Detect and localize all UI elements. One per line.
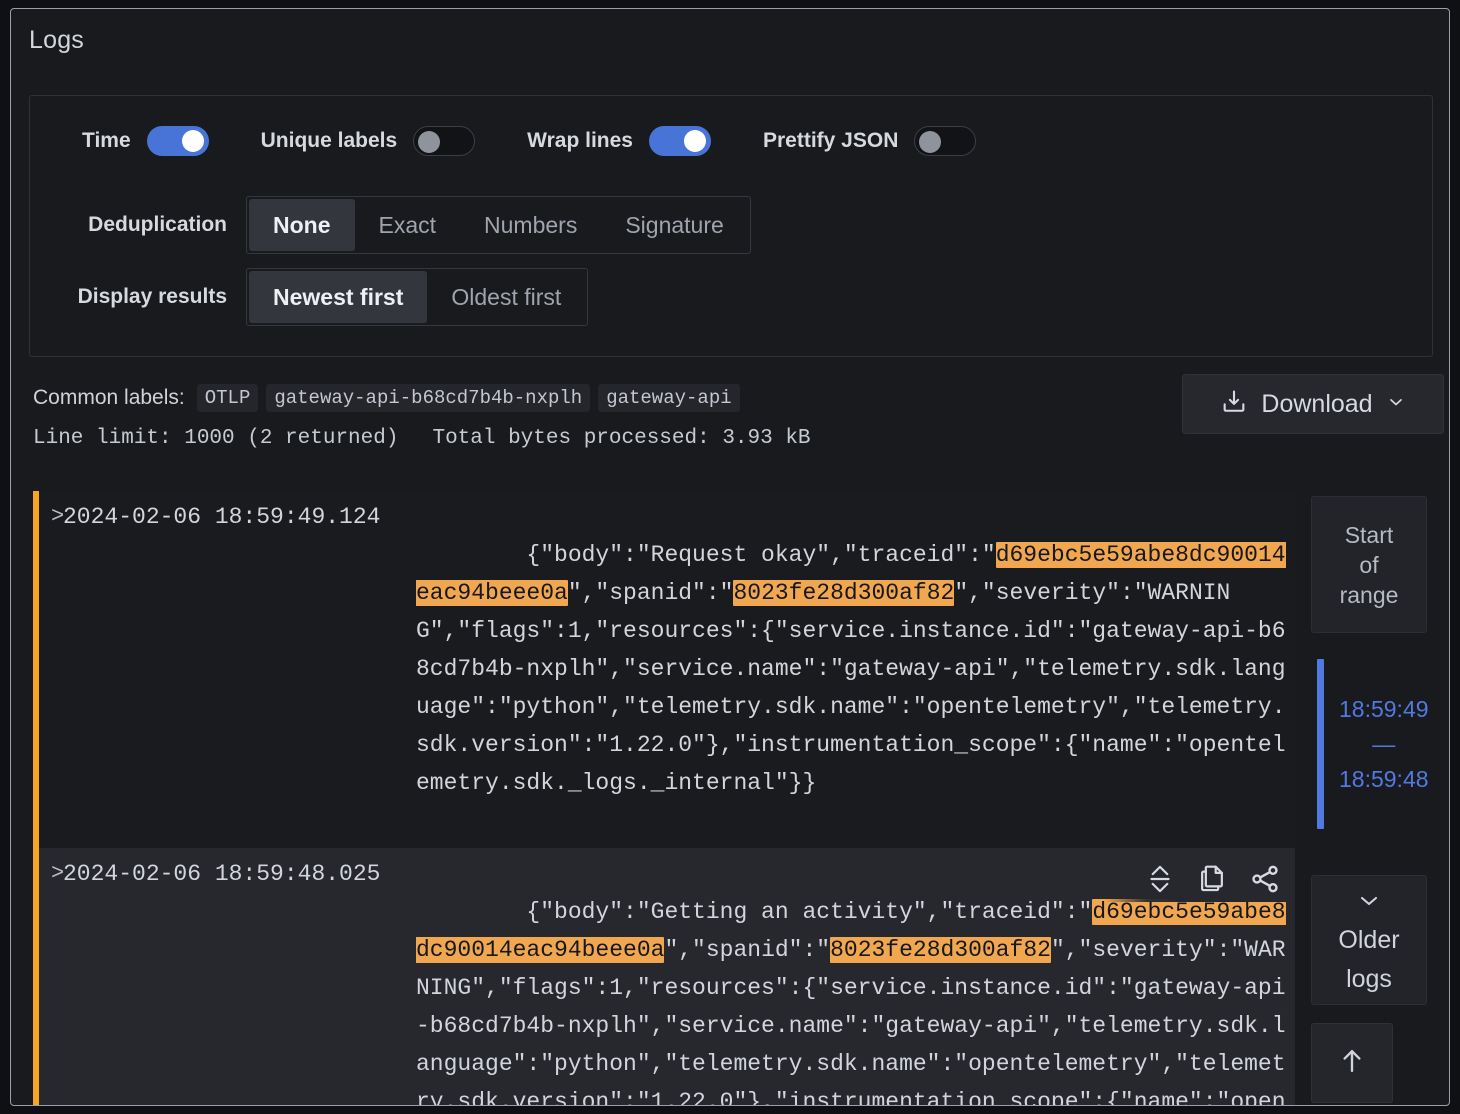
deduplication-row: Deduplication None Exact Numbers Signatu… bbox=[30, 196, 751, 254]
toggle-wrap-lines[interactable] bbox=[648, 126, 711, 156]
toggle-knob bbox=[919, 131, 942, 153]
log-rows: > 2024-02-06 18:59:49.124 {"body":"Reque… bbox=[33, 491, 1295, 1105]
time-range-labels: 18:59:49 — 18:59:48 bbox=[1339, 689, 1429, 799]
toggle-time[interactable] bbox=[146, 126, 209, 156]
arrow-up-icon bbox=[1337, 1045, 1367, 1082]
start-of-range-line-2: of bbox=[1359, 551, 1379, 578]
scroll-to-top-button[interactable] bbox=[1311, 1023, 1393, 1103]
toggle-prettify-json[interactable] bbox=[914, 126, 977, 156]
download-button[interactable]: Download bbox=[1182, 374, 1444, 434]
table-row[interactable]: > 2024-02-06 18:59:48.025 {"body":"Getti… bbox=[33, 848, 1295, 1105]
option-unique-labels-label: Unique labels bbox=[260, 129, 398, 152]
time-range-start: 18:59:49 bbox=[1339, 696, 1429, 722]
dedup-option-numbers[interactable]: Numbers bbox=[460, 199, 601, 251]
line-limit-text: Line limit: 1000 (2 returned) bbox=[33, 427, 399, 450]
severity-bar bbox=[33, 491, 39, 848]
time-range-bar bbox=[1317, 659, 1324, 829]
option-prettify-json-label: Prettify JSON bbox=[762, 129, 899, 152]
logs-meta: Common labels: OTLP gateway-api-b68cd7b4… bbox=[33, 383, 811, 450]
older-logs-button[interactable]: Older logs bbox=[1311, 875, 1427, 1005]
total-bytes-text: Total bytes processed: 3.93 kB bbox=[432, 427, 811, 450]
dedup-option-exact[interactable]: Exact bbox=[355, 199, 461, 251]
toggle-row: Time Unique labels Wrap lines Prettify J… bbox=[30, 126, 977, 156]
expand-collapse-icon[interactable] bbox=[1145, 862, 1175, 896]
display-results-group[interactable]: Newest first Oldest first bbox=[246, 268, 589, 326]
log-timestamp: 2024-02-06 18:59:48.025 bbox=[63, 861, 381, 887]
log-highlight-spanid: 8023fe28d300af82 bbox=[830, 937, 1051, 963]
start-of-range-button[interactable]: Start of range bbox=[1311, 496, 1427, 633]
older-logs-line-1: Older bbox=[1338, 925, 1400, 954]
deduplication-label: Deduplication bbox=[88, 213, 227, 236]
time-range-end: 18:59:48 bbox=[1339, 766, 1429, 792]
common-labels-title: Common labels: bbox=[33, 386, 185, 409]
log-segment: {"body":"Request okay","traceid":" bbox=[526, 542, 996, 568]
option-unique-labels[interactable]: Unique labels bbox=[261, 126, 476, 156]
display-option-newest-first[interactable]: Newest first bbox=[249, 271, 428, 323]
display-option-oldest-first[interactable]: Oldest first bbox=[427, 271, 585, 323]
option-time[interactable]: Time bbox=[82, 126, 209, 156]
option-time-label: Time bbox=[82, 129, 131, 152]
chevron-down-icon bbox=[1357, 885, 1381, 918]
log-segment: {"body":"Getting an activity","traceid":… bbox=[526, 899, 1093, 925]
toggle-knob bbox=[181, 130, 204, 152]
deduplication-group[interactable]: None Exact Numbers Signature bbox=[246, 196, 751, 254]
chevron-down-icon bbox=[1386, 392, 1406, 417]
log-segment: ","spanid":" bbox=[567, 580, 734, 606]
dedup-option-none[interactable]: None bbox=[249, 199, 355, 251]
log-highlight-spanid: 8023fe28d300af82 bbox=[733, 580, 955, 606]
copy-icon[interactable] bbox=[1197, 863, 1227, 895]
download-label: Download bbox=[1261, 389, 1373, 418]
option-prettify-json[interactable]: Prettify JSON bbox=[762, 126, 977, 156]
page-title: Logs bbox=[29, 26, 85, 54]
option-wrap-lines[interactable]: Wrap lines bbox=[527, 126, 711, 156]
toggle-knob bbox=[683, 130, 706, 152]
log-options-box: Time Unique labels Wrap lines Prettify J… bbox=[29, 95, 1433, 357]
table-row[interactable]: > 2024-02-06 18:59:49.124 {"body":"Reque… bbox=[33, 491, 1295, 848]
start-of-range-line-1: Start bbox=[1344, 521, 1394, 548]
display-results-label: Display results bbox=[77, 285, 227, 308]
dedup-option-signature[interactable]: Signature bbox=[601, 199, 747, 251]
log-segment: ","severity":"WARNING","flags":1,"resour… bbox=[416, 580, 1286, 796]
label-chip-otlp[interactable]: OTLP bbox=[196, 384, 259, 412]
common-labels-row: Common labels: OTLP gateway-api-b68cd7b4… bbox=[33, 383, 811, 413]
log-segment: ","spanid":" bbox=[664, 937, 831, 963]
time-range-separator: — bbox=[1372, 731, 1396, 757]
share-icon[interactable] bbox=[1249, 863, 1281, 895]
display-results-row: Display results Newest first Oldest firs… bbox=[30, 268, 589, 326]
older-logs-line-2: logs bbox=[1346, 964, 1392, 993]
label-chip-instance[interactable]: gateway-api-b68cd7b4b-nxplh bbox=[266, 384, 591, 412]
log-timestamp: 2024-02-06 18:59:49.124 bbox=[63, 504, 381, 530]
start-of-range-line-3: range bbox=[1339, 581, 1399, 608]
download-icon bbox=[1220, 388, 1248, 421]
option-wrap-lines-label: Wrap lines bbox=[527, 129, 633, 152]
toggle-unique-labels[interactable] bbox=[413, 126, 476, 156]
label-chip-service[interactable]: gateway-api bbox=[598, 384, 740, 412]
log-row-toolbar bbox=[1105, 856, 1295, 902]
toggle-knob bbox=[418, 131, 441, 153]
logs-panel: Logs Time Unique labels Wrap lines Prett… bbox=[10, 8, 1450, 1106]
log-body: {"body":"Request okay","traceid":"d69ebc… bbox=[416, 498, 1295, 840]
severity-bar bbox=[33, 848, 39, 1105]
time-range-rail: 18:59:49 — 18:59:48 bbox=[1317, 659, 1429, 829]
stats-row: Line limit: 1000 (2 returned) Total byte… bbox=[33, 427, 811, 450]
